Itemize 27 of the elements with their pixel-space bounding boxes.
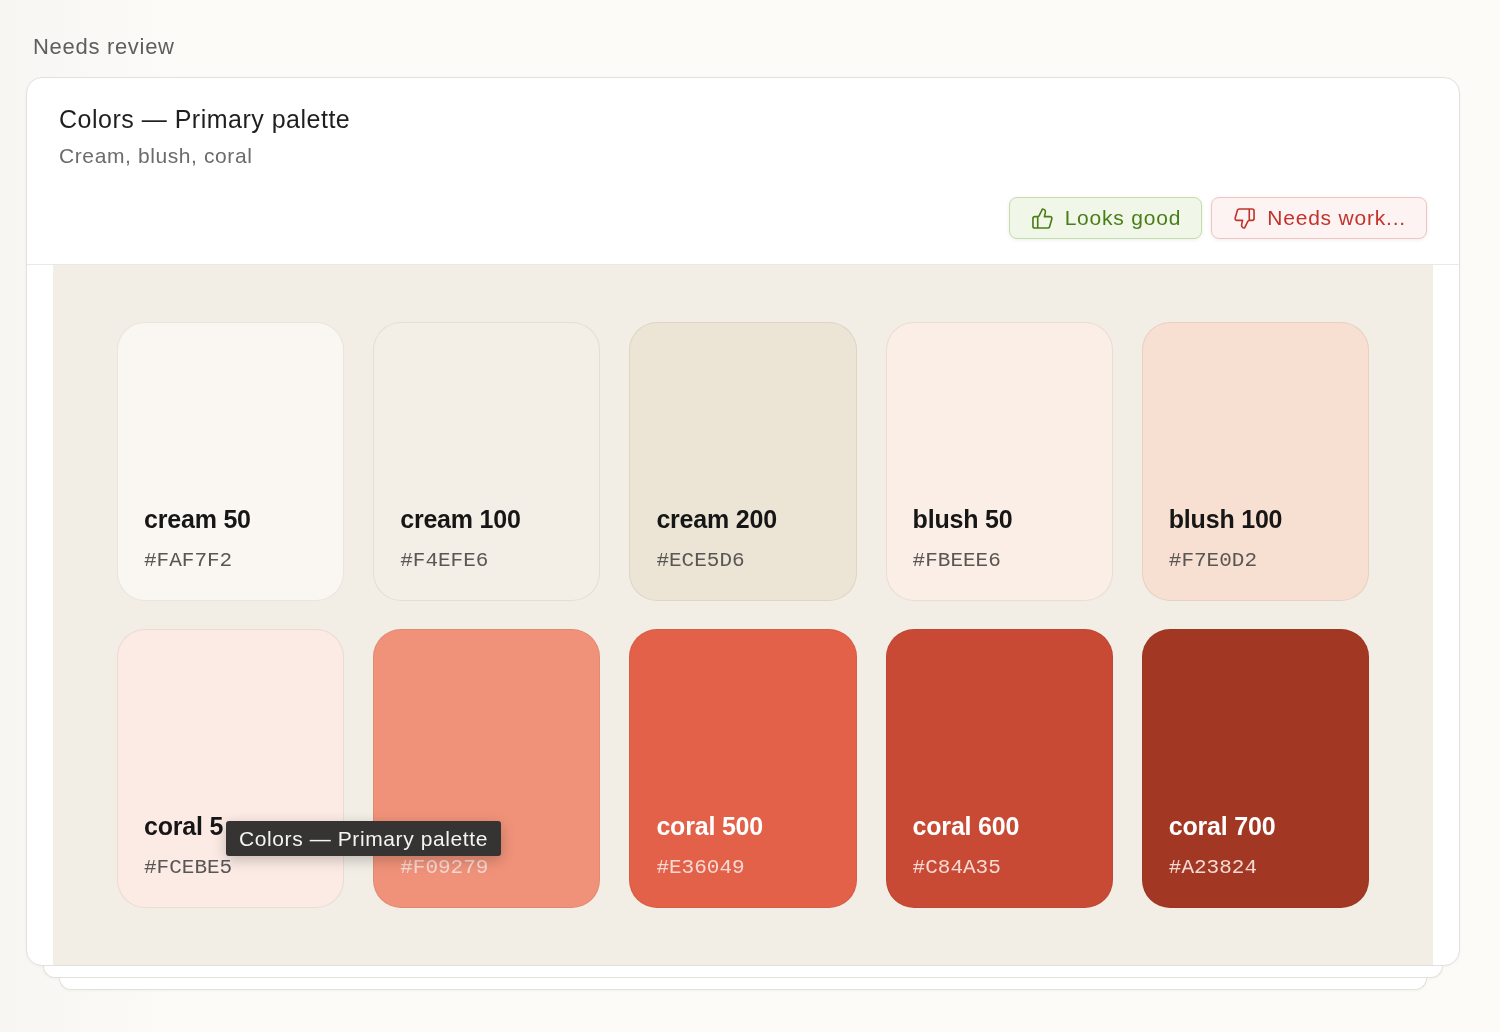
hex-code: #E36049 bbox=[656, 857, 745, 878]
swatch-name: cream 50 bbox=[144, 504, 251, 534]
hex-code: #ECE5D6 bbox=[656, 550, 745, 571]
swatch-name: blush 100 bbox=[1168, 504, 1283, 534]
hex-code: #F7E0D2 bbox=[1168, 550, 1257, 571]
swatch-name: coral 700 bbox=[1168, 811, 1276, 841]
section-heading: Needs review bbox=[33, 34, 175, 60]
card-subtitle: Cream, blush, coral bbox=[59, 143, 253, 169]
hex-code: #FBEEE6 bbox=[912, 550, 1001, 571]
swatch-name: blush 50 bbox=[912, 504, 1013, 534]
approve-button[interactable]: Looks good bbox=[1008, 197, 1203, 239]
swatch-name: cream 200 bbox=[656, 504, 777, 534]
swatch-name: coral 5 bbox=[144, 811, 224, 841]
swatch-name: coral 500 bbox=[656, 811, 763, 841]
swatch-name: cream 100 bbox=[400, 504, 521, 534]
reject-button[interactable]: Needs work... bbox=[1211, 197, 1427, 239]
thumbs-down-icon bbox=[1234, 207, 1256, 229]
thumbs-up-icon bbox=[1031, 207, 1053, 229]
hex-code: #FCEBE5 bbox=[144, 857, 233, 878]
hex-code: #C84A35 bbox=[912, 857, 1001, 878]
swatch-name: coral 600 bbox=[912, 811, 1020, 841]
hex-code: #FAF7F2 bbox=[144, 550, 233, 571]
tooltip: Colors — Primary palette bbox=[226, 821, 501, 856]
card-title: Colors — Primary palette bbox=[59, 104, 351, 134]
hex-code: #A23824 bbox=[1168, 857, 1257, 878]
hex-code: #F09279 bbox=[400, 857, 489, 878]
hex-code: #F4EFE6 bbox=[400, 550, 489, 571]
